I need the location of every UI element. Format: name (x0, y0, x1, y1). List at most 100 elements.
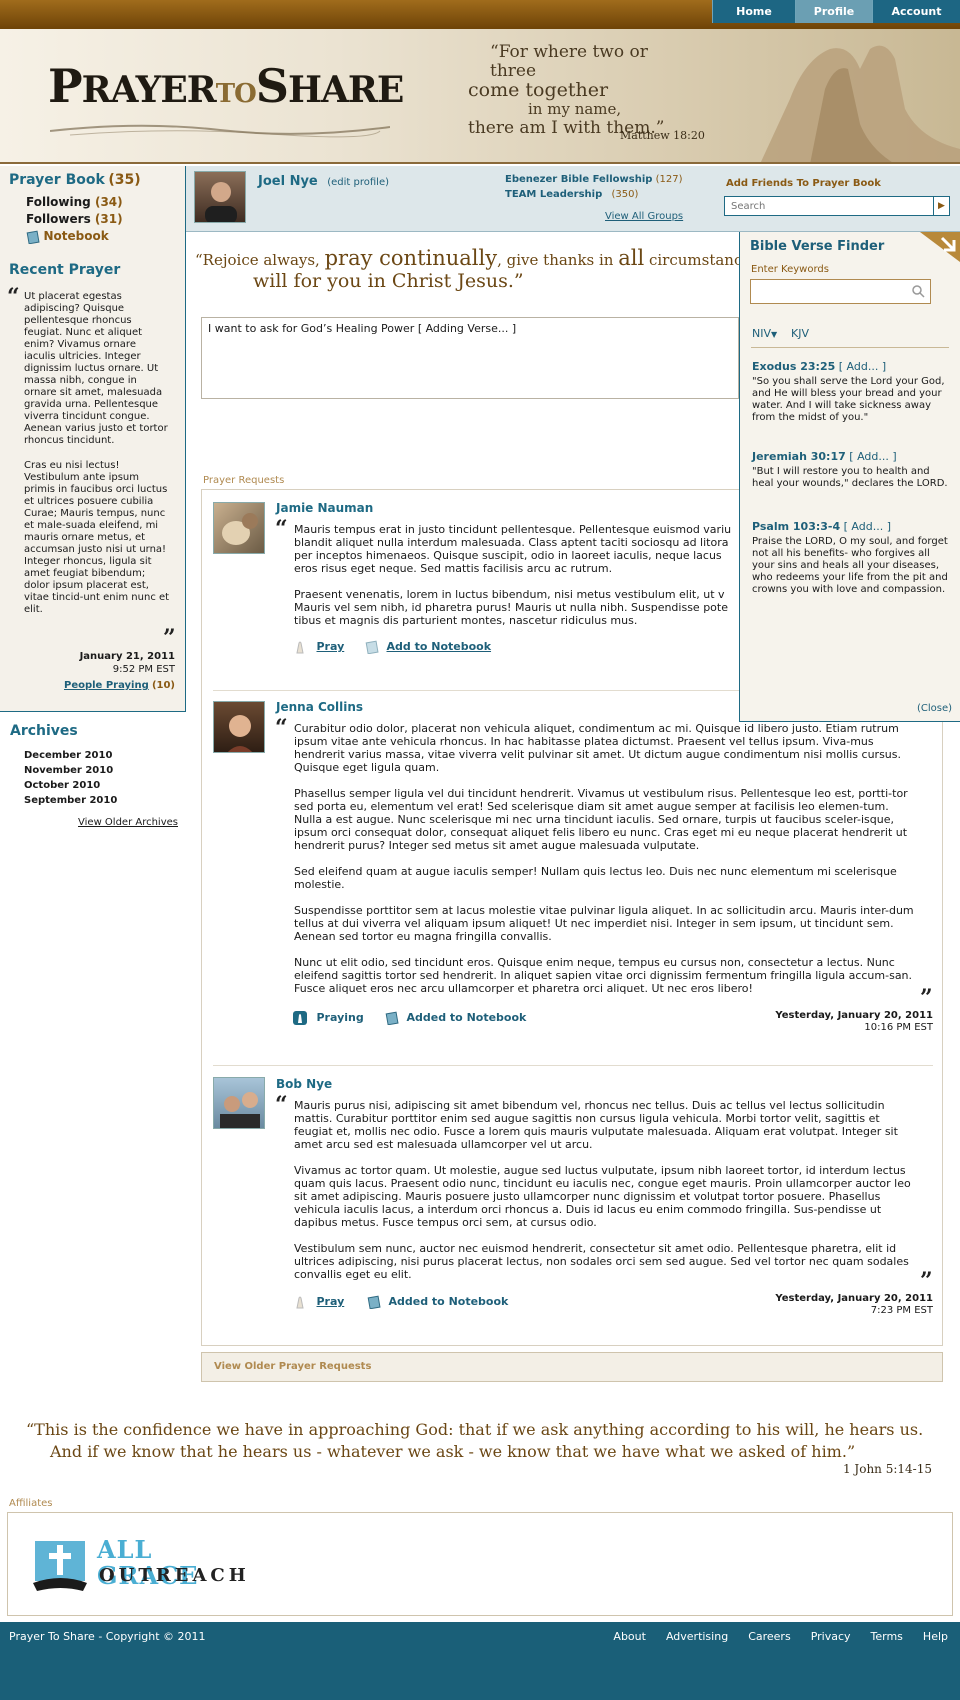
finder-corner-tab-icon (920, 232, 960, 262)
footer-link-terms[interactable]: Terms (871, 1630, 903, 1643)
group-row[interactable]: TEAM Leadership (350) (505, 189, 638, 200)
friend-search-box: ▶ (724, 196, 950, 216)
affiliates-label: Affiliates (9, 1498, 53, 1509)
followers-link[interactable]: Followers (31) (26, 212, 123, 226)
profile-name-row: Joel Nye (edit profile) (258, 174, 389, 189)
view-older-requests-button[interactable]: View Older Prayer Requests (201, 1352, 943, 1382)
bottom-quote-ref: 1 John 5:14-15 (842, 1462, 932, 1476)
nav-profile[interactable]: Profile (795, 0, 872, 23)
header-quote: “For where two or three come together in… (468, 42, 665, 138)
post-avatar[interactable] (213, 502, 265, 554)
archives-list: December 2010 November 2010 October 2010… (24, 748, 117, 808)
open-quote-icon: “ (275, 516, 288, 542)
people-praying-link[interactable]: People Praying (10) (64, 680, 175, 691)
archive-item[interactable]: December 2010 (24, 748, 117, 763)
finder-divider (751, 347, 949, 348)
featured-verse: “Rejoice always, pray continually, give … (195, 246, 764, 270)
praying-hands-icon (296, 641, 304, 654)
friend-search-input[interactable] (725, 197, 925, 215)
top-nav: Home Profile Account (712, 0, 960, 23)
keywords-label: Enter Keywords (751, 264, 829, 275)
featured-verse-line2: will for you in Christ Jesus.” (253, 270, 524, 292)
cross-hand-icon (33, 1541, 87, 1591)
post-avatar[interactable] (213, 701, 265, 753)
verse-result: Psalm 103:3-4 [ Add... ] Praise the LORD… (752, 520, 948, 595)
notebook-icon (26, 230, 40, 244)
notebook-icon (367, 1295, 381, 1309)
praying-status-button[interactable]: Praying (293, 1011, 364, 1025)
close-quote-icon: ” (920, 1268, 933, 1294)
pray-button[interactable]: Pray (293, 1295, 344, 1309)
footer-link-careers[interactable]: Careers (748, 1630, 791, 1643)
niv-toggle[interactable]: NIV▼ (752, 327, 777, 340)
archive-item[interactable]: September 2010 (24, 793, 117, 808)
compose-text[interactable]: I want to ask for God’s Healing Power [ … (202, 318, 738, 339)
kjv-toggle[interactable]: KJV (791, 327, 809, 340)
notebook-icon (365, 640, 379, 654)
open-quote-icon: “ (275, 715, 288, 741)
archives-title: Archives (10, 723, 78, 739)
close-finder-link[interactable]: (Close) (917, 703, 952, 714)
nav-account[interactable]: Account (872, 0, 960, 23)
open-quote-icon: “ (275, 1092, 288, 1118)
add-verse-link[interactable]: [ Add... ] (839, 360, 886, 373)
verse-finder-title: Bible Verse Finder (750, 239, 885, 254)
post-author[interactable]: Bob Nye (276, 1077, 332, 1091)
copyright: Prayer To Share - Copyright © 2011 (9, 1630, 206, 1643)
archive-item[interactable]: November 2010 (24, 763, 117, 778)
post-author[interactable]: Jenna Collins (276, 700, 363, 714)
following-link[interactable]: Following (34) (26, 195, 123, 209)
praying-hands-image (760, 45, 960, 162)
recent-prayer-date: January 21, 2011 (79, 651, 175, 662)
praying-hands-icon (293, 1011, 307, 1025)
profile-name[interactable]: Joel Nye (258, 174, 318, 189)
user-avatar[interactable] (194, 171, 246, 223)
prayer-requests-label: Prayer Requests (203, 475, 285, 486)
footer-link-help[interactable]: Help (923, 1630, 948, 1643)
post-time: 7:23 PM EST (870, 1305, 933, 1316)
add-friends-label: Add Friends To Prayer Book (726, 178, 881, 189)
close-quote-icon: ” (920, 985, 933, 1011)
older-archives-link[interactable]: View Older Archives (78, 817, 178, 828)
site-logo[interactable]: PRAYERTOSHARE (48, 59, 404, 113)
footer-links: About Advertising Careers Privacy Terms … (613, 1630, 948, 1643)
recent-prayer-text: Ut placerat egestas adipiscing? Quisque … (24, 291, 170, 615)
added-to-notebook-button[interactable]: Added to Notebook (367, 1295, 508, 1309)
add-to-notebook-button[interactable]: Add to Notebook (365, 640, 491, 654)
footer-link-advertising[interactable]: Advertising (666, 1630, 728, 1643)
notebook-link[interactable]: Notebook (26, 229, 109, 244)
search-arrow-button[interactable]: ▶ (933, 197, 949, 215)
view-all-groups-link[interactable]: View All Groups (605, 211, 683, 222)
post-avatar[interactable] (213, 1077, 265, 1129)
close-quote-icon: ” (163, 625, 176, 651)
recent-prayer-time: 9:52 PM EST (112, 664, 175, 675)
edit-profile-link[interactable]: (edit profile) (327, 177, 389, 188)
keywords-input[interactable] (750, 279, 931, 304)
group-row[interactable]: Ebenezer Bible Fellowship (127) (505, 174, 683, 185)
prayer-book-title[interactable]: Prayer Book (35) (9, 172, 141, 188)
add-verse-link[interactable]: [ Add... ] (844, 520, 891, 533)
added-to-notebook-button[interactable]: Added to Notebook (385, 1011, 526, 1025)
post-date: Yesterday, January 20, 2011 (775, 1010, 933, 1021)
praying-hands-icon (296, 1296, 304, 1309)
add-verse-link[interactable]: [ Add... ] (849, 450, 896, 463)
nav-home[interactable]: Home (712, 0, 795, 23)
post-body: Mauris tempus erat in justo tincidunt pe… (294, 523, 732, 627)
post-body: Curabitur odio dolor, placerat non vehic… (294, 722, 914, 995)
prayer-compose-box[interactable]: I want to ask for God’s Healing Power [ … (201, 317, 739, 399)
site-header: PRAYERTOSHARE “For where two or three co… (0, 29, 960, 164)
open-quote-icon: “ (7, 284, 20, 310)
post-body: Mauris purus nisi, adipiscing sit amet b… (294, 1099, 911, 1281)
post-date: Yesterday, January 20, 2011 (775, 1293, 933, 1304)
verse-result: Exodus 23:25 [ Add... ] "So you shall se… (752, 360, 945, 423)
pray-button[interactable]: Pray (293, 640, 344, 654)
logo-swoosh (50, 124, 390, 138)
archive-item[interactable]: October 2010 (24, 778, 117, 793)
all-grace-outreach-logo[interactable]: ALL GRACE OUTREACH (33, 1537, 246, 1593)
footer-link-about[interactable]: About (613, 1630, 646, 1643)
search-icon[interactable] (912, 285, 925, 298)
verse-result: Jeremiah 30:17 [ Add... ] "But I will re… (752, 450, 948, 489)
footer-link-privacy[interactable]: Privacy (811, 1630, 851, 1643)
post-author[interactable]: Jamie Nauman (276, 501, 373, 515)
bottom-quote-line1: “This is the confidence we have in appro… (26, 1420, 924, 1439)
